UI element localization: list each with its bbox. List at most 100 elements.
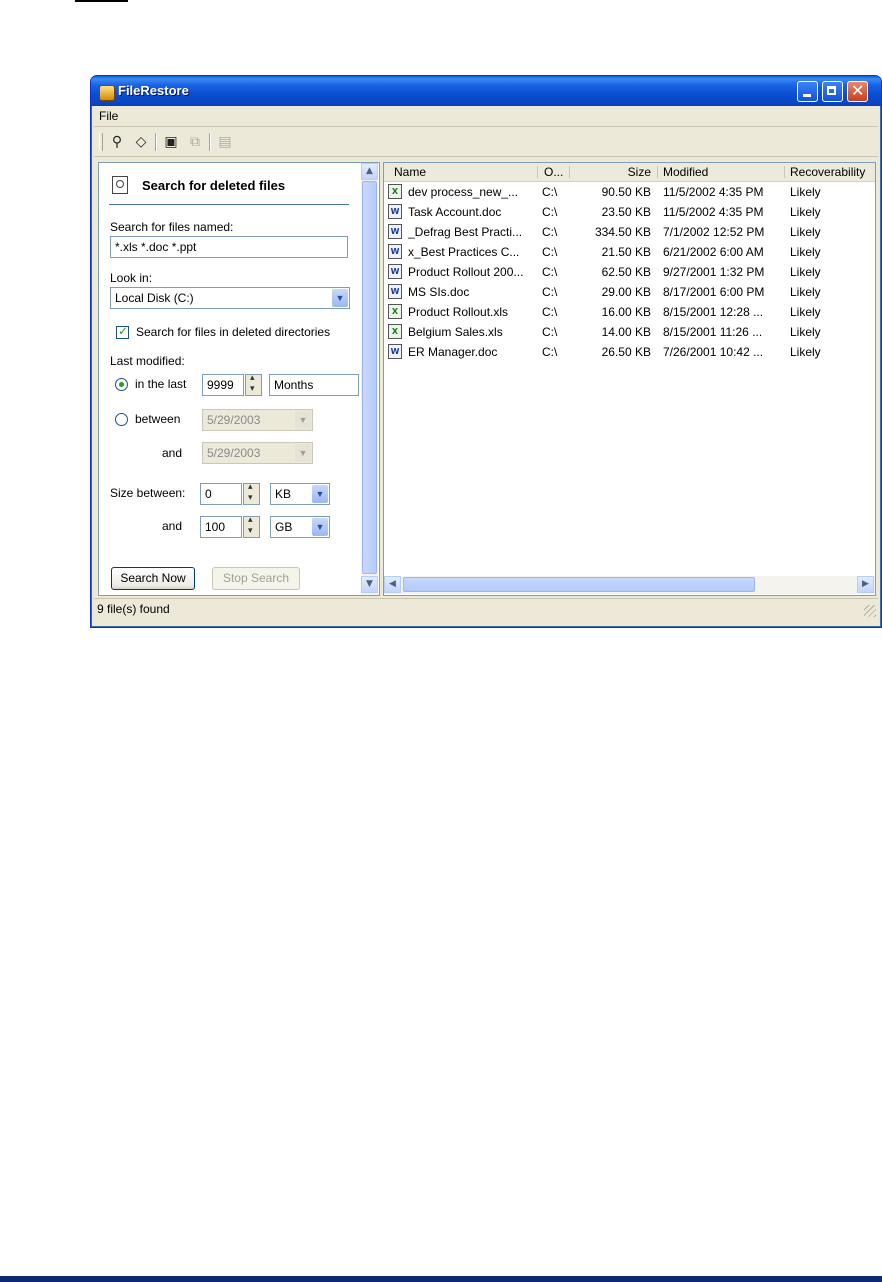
results-list: Name O... Size Modified Recoverability X… — [383, 162, 876, 596]
table-row[interactable]: X Product Rollout.xls C:\ 16.00 KB 8/15/2001… — [384, 302, 875, 322]
search-panel-divider — [109, 204, 349, 205]
between-from-value: 5/29/2003 — [207, 413, 261, 427]
table-row[interactable]: X Belgium Sales.xls C:\ 14.00 KB 8/15/2001 1… — [384, 322, 875, 342]
cell-modified: 8/15/2001 11:26 ... — [663, 325, 763, 339]
scroll-right-icon[interactable]: ▶ — [857, 576, 874, 593]
table-row[interactable]: Wx_Best Practices C... C:\ 21.50 KB 6/21/20… — [384, 242, 875, 262]
cell-modified: 11/5/2002 4:35 PM — [663, 205, 764, 219]
cell-modified: 6/21/2002 6:00 AM — [663, 245, 764, 259]
file-name-input[interactable]: *.xls *.doc *.ppt — [110, 236, 348, 258]
minimize-button[interactable] — [797, 81, 818, 102]
cell-modified: 8/15/2001 12:28 ... — [663, 305, 764, 319]
chevron-down-icon[interactable]: ▼ — [295, 444, 311, 462]
toolbar-grip[interactable] — [99, 133, 103, 151]
checkmark-icon: ✓ — [118, 324, 129, 338]
cell-size: 62.50 KB — [601, 265, 651, 279]
cell-size: 16.00 KB — [601, 305, 651, 319]
title-bar[interactable]: FileRestore ✕ — [91, 76, 881, 106]
look-in-label: Look in: — [110, 271, 153, 285]
between-label[interactable]: between — [135, 412, 180, 426]
column-divider[interactable] — [657, 166, 658, 178]
search-panel-scrollbar[interactable]: ▲ ▼ — [361, 163, 378, 595]
toolbar: ⚲ ◇ ▣ ⧉ ▤ — [94, 128, 878, 157]
cell-modified: 8/17/2001 6:00 PM — [663, 285, 765, 299]
column-header-size[interactable]: Size — [575, 165, 651, 179]
size-max-unit-select[interactable]: GB ▼ — [270, 516, 330, 538]
between-to-date[interactable]: 5/29/2003 ▼ — [202, 442, 313, 464]
scrollbar-thumb[interactable] — [362, 181, 377, 574]
look-in-select[interactable]: Local Disk (C:) ▼ — [110, 287, 350, 309]
deleted-dirs-label[interactable]: Search for files in deleted directories — [136, 325, 330, 339]
size-min-unit-value: KB — [275, 487, 292, 501]
scroll-up-icon[interactable]: ▲ — [361, 163, 378, 180]
chevron-down-icon[interactable]: ▼ — [312, 518, 328, 536]
column-divider[interactable] — [537, 166, 538, 178]
between-to-value: 5/29/2003 — [207, 446, 261, 460]
search-icon[interactable]: ⚲ — [107, 132, 127, 152]
cell-origin: C:\ — [542, 225, 558, 239]
between-radio[interactable] — [115, 413, 128, 426]
column-divider[interactable] — [569, 166, 570, 178]
in-the-last-stepper[interactable] — [245, 373, 262, 396]
scrollbar-thumb[interactable] — [403, 577, 755, 592]
column-header-origin[interactable]: O... — [544, 165, 563, 179]
column-divider[interactable] — [784, 166, 785, 178]
results-horizontal-scrollbar[interactable]: ◀ ▶ — [384, 576, 875, 594]
close-button[interactable]: ✕ — [847, 81, 868, 102]
copy-icon[interactable]: ⧉ — [185, 132, 205, 152]
size-min-unit-select[interactable]: KB ▼ — [270, 483, 330, 505]
cell-name: ER Manager.doc — [408, 345, 498, 359]
table-row[interactable]: W _Defrag Best Practi... C:\ 334.50 KB 7/1/2… — [384, 222, 875, 242]
search-panel-title: Search for deleted files — [142, 178, 286, 193]
resize-grip-icon[interactable] — [864, 605, 876, 617]
size-max-input[interactable]: 100 — [200, 516, 242, 538]
cell-origin: C:\ — [542, 265, 558, 279]
size-min-stepper[interactable] — [243, 482, 260, 505]
menu-file[interactable]: File — [99, 109, 118, 123]
cell-modified: 11/5/2002 4:35 PM — [663, 185, 764, 199]
cell-recoverability: Likely — [790, 345, 821, 359]
search-panel: Search for deleted files Search for file… — [98, 162, 380, 596]
cell-name: Task Account.doc — [408, 205, 502, 219]
in-the-last-value-input[interactable]: 9999 — [202, 374, 244, 396]
cell-recoverability: Likely — [790, 225, 821, 239]
between-from-date[interactable]: 5/29/2003 ▼ — [202, 409, 313, 431]
in-the-last-radio[interactable] — [115, 378, 128, 391]
toolbar-separator — [209, 133, 211, 151]
table-row[interactable]: W Task Account.doc C:\ 23.50 KB 11/5/2002 4:… — [384, 202, 875, 222]
column-header-modified[interactable]: Modified — [663, 165, 708, 179]
erase-icon[interactable]: ◇ — [131, 132, 151, 152]
minimize-icon — [803, 94, 811, 97]
cell-size: 23.50 KB — [601, 205, 651, 219]
scroll-down-icon[interactable]: ▼ — [361, 576, 378, 593]
cell-size: 26.50 KB — [601, 345, 651, 359]
excel-file-icon: X — [388, 184, 402, 199]
scroll-left-icon[interactable]: ◀ — [384, 576, 401, 593]
stop-search-button[interactable]: Stop Search — [212, 567, 300, 590]
period-unit-select[interactable]: Months — [269, 374, 359, 396]
deleted-dirs-checkbox[interactable]: ✓ — [116, 324, 129, 339]
chevron-down-icon[interactable]: ▼ — [332, 289, 348, 307]
column-header-recoverability[interactable]: Recoverability — [790, 165, 865, 179]
size-min-input[interactable]: 0 — [200, 483, 242, 505]
size-max-stepper[interactable] — [243, 515, 260, 538]
column-header-name[interactable]: Name — [394, 165, 426, 179]
table-row[interactable]: W Product Rollout 200... C:\ 62.50 KB 9/27/2… — [384, 262, 875, 282]
between-and-label: and — [162, 446, 183, 460]
chevron-down-icon[interactable]: ▼ — [312, 485, 328, 503]
app-icon — [99, 85, 115, 101]
save-icon[interactable]: ▣ — [161, 132, 181, 152]
in-the-last-label[interactable]: in the last — [135, 377, 186, 391]
search-now-button[interactable]: Search Now — [111, 567, 195, 590]
cell-size: 21.50 KB — [601, 245, 651, 259]
document-bottom-bar — [0, 1276, 882, 1282]
table-row[interactable]: W MS SIs.doc C:\ 29.00 KB 8/17/2001 6:00 PM L… — [384, 282, 875, 302]
table-row[interactable]: Xdev process_new_... C:\ 90.50 KB 11/5/2002… — [384, 182, 875, 202]
table-row[interactable]: W ER Manager.doc C:\ 26.50 KB 7/26/2001 10:4… — [384, 342, 875, 362]
status-bar: 9 file(s) found — [94, 598, 878, 621]
maximize-button[interactable] — [822, 81, 843, 102]
cell-recoverability: Likely — [790, 205, 821, 219]
properties-icon[interactable]: ▤ — [215, 132, 235, 152]
chevron-down-icon[interactable]: ▼ — [295, 411, 311, 429]
cell-modified: 9/27/2001 1:32 PM — [663, 265, 765, 279]
